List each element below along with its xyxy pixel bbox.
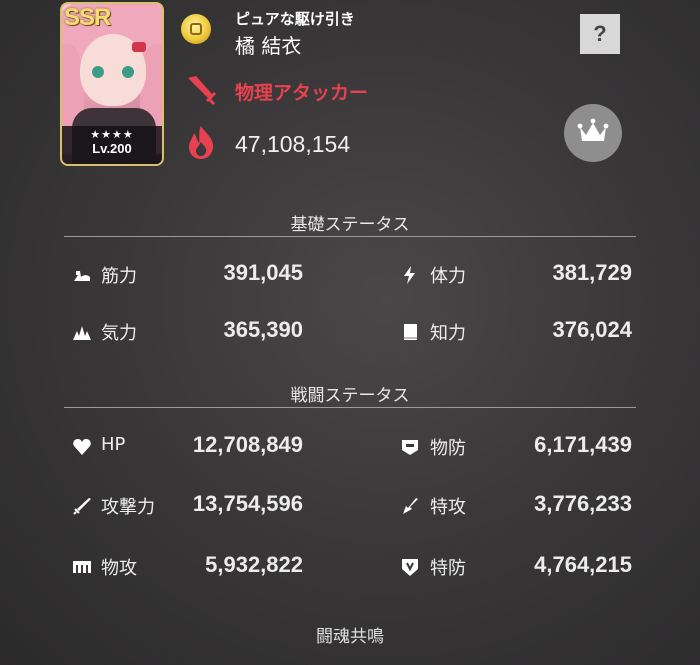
- physical-defense-icon: [400, 437, 420, 457]
- battle-status-title: 戦闘ステータス: [290, 386, 410, 406]
- card-art-ribbon: [132, 42, 146, 52]
- intellect-icon: [400, 322, 420, 342]
- strength-icon: [72, 265, 92, 285]
- crown-icon: [577, 118, 609, 141]
- level-label: Lv.200: [92, 141, 132, 156]
- rarity-badge: SSR: [64, 4, 111, 31]
- section-divider: [64, 236, 636, 237]
- stat-value: 3,776,233: [534, 491, 632, 516]
- role-label: 物理アタッカー: [235, 82, 369, 104]
- basic-status-title: 基礎ステータス: [290, 215, 410, 235]
- physical-attack-icon: [72, 557, 92, 577]
- stat-value: 4,764,215: [534, 552, 632, 577]
- stat-value: 376,024: [552, 317, 632, 342]
- stat-value: 391,045: [223, 260, 303, 285]
- character-title: ピュアな駆け引き: [235, 10, 355, 28]
- stat-value: 365,390: [223, 317, 303, 342]
- star-rating: ★★★★: [90, 128, 134, 141]
- combat-power-value: 47,108,154: [235, 131, 351, 157]
- character-name: 橘 結衣: [235, 34, 302, 58]
- special-defense-icon: [400, 557, 420, 577]
- card-footer: ★★★★ Lv.200: [62, 126, 162, 164]
- stat-value: 12,708,849: [192, 432, 303, 457]
- stat-value: 6,171,439: [534, 432, 632, 457]
- help-button[interactable]: ?: [580, 14, 620, 54]
- crown-button[interactable]: [564, 104, 622, 162]
- flame-icon: [184, 124, 218, 160]
- special-attack-icon: [400, 496, 420, 516]
- card-art-eye: [92, 66, 104, 78]
- stat-value: 381,729: [552, 260, 632, 285]
- stamina-icon: [400, 265, 420, 285]
- spirit-icon: [72, 322, 92, 342]
- heart-icon: [72, 437, 92, 457]
- stat-value: 5,932,822: [205, 552, 303, 577]
- stat-value: 13,754,596: [192, 491, 303, 516]
- resonance-section-title: 闘魂共鳴: [316, 627, 384, 647]
- sword-role-icon: [184, 72, 218, 106]
- section-divider: [64, 407, 636, 408]
- sword-icon: [72, 496, 92, 516]
- title-medal-icon: [181, 14, 211, 44]
- card-art-eye: [122, 66, 134, 78]
